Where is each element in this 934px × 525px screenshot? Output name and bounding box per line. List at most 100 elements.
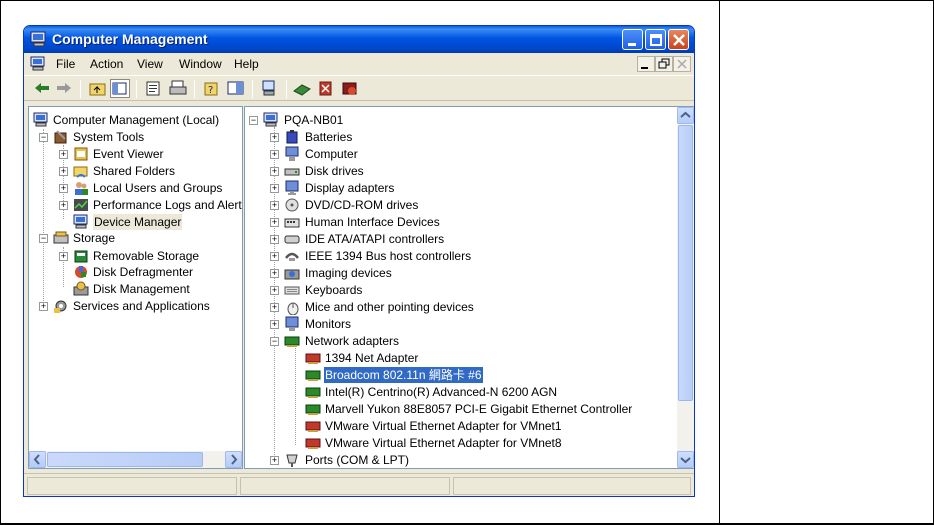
expand-icon[interactable]: + — [270, 201, 279, 210]
left-pane-horizontal-scrollbar[interactable] — [29, 451, 242, 468]
tree-node-local-users[interactable]: + Local Users and Groups — [59, 180, 239, 196]
tree-node-disk-management[interactable]: Disk Management — [73, 281, 233, 297]
update-driver-icon[interactable] — [292, 79, 312, 98]
expand-icon[interactable]: + — [59, 184, 68, 193]
tree-node-disk-defragmenter[interactable]: Disk Defragmenter — [73, 264, 233, 280]
tree-node-device-manager[interactable]: Device Manager — [73, 214, 233, 230]
expand-icon[interactable]: + — [270, 303, 279, 312]
expand-icon[interactable]: + — [270, 133, 279, 142]
help-icon[interactable]: ? — [202, 79, 222, 98]
expand-icon[interactable]: + — [270, 269, 279, 278]
expand-icon[interactable]: + — [270, 320, 279, 329]
close-button[interactable] — [668, 29, 689, 50]
collapse-icon[interactable]: − — [249, 116, 258, 125]
right-pane-vertical-scrollbar[interactable] — [677, 107, 694, 468]
menu-file[interactable]: File — [56, 57, 75, 71]
device-category-display-adapters[interactable]: + Display adapters — [270, 180, 650, 196]
scroll-right-button[interactable] — [225, 451, 242, 468]
tree-node-label: VMware Virtual Ethernet Adapter for VMne… — [325, 436, 562, 450]
computer-icon — [263, 112, 278, 127]
network-adapter-item[interactable]: Marvell Yukon 88E8057 PCI-E Gigabit Ethe… — [305, 401, 685, 417]
collapse-icon[interactable]: − — [270, 337, 279, 346]
scroll-down-button[interactable] — [677, 451, 694, 468]
expand-icon[interactable]: + — [39, 302, 48, 311]
menu-help[interactable]: Help — [234, 57, 259, 71]
menu-window[interactable]: Window — [179, 57, 222, 71]
back-icon[interactable] — [32, 79, 52, 98]
network-adapter-item[interactable]: Intel(R) Centrino(R) Advanced-N 6200 AGN — [305, 384, 685, 400]
expand-icon[interactable]: + — [59, 167, 68, 176]
device-category-ide-controllers[interactable]: + IDE ATA/ATAPI controllers — [270, 231, 650, 247]
device-category-ports[interactable]: + Ports (COM & LPT) — [270, 452, 650, 468]
network-adapter-item[interactable]: VMware Virtual Ethernet Adapter for VMne… — [305, 435, 685, 451]
horizontal-scroll-thumb[interactable] — [47, 452, 203, 467]
expand-icon[interactable]: + — [270, 252, 279, 261]
system-menu-icon[interactable] — [30, 56, 46, 72]
collapse-icon[interactable]: − — [39, 234, 48, 243]
device-category-disk-drives[interactable]: + Disk drives — [270, 163, 650, 179]
tree-node-label: Device Manager — [93, 214, 183, 230]
device-category-dvd-cd-rom[interactable]: + DVD/CD-ROM drives — [270, 197, 650, 213]
users-icon — [75, 182, 88, 195]
dvd-drive-icon — [285, 198, 299, 212]
disable-device-icon[interactable] — [340, 79, 360, 98]
title-bar[interactable]: Computer Management — [24, 26, 694, 53]
tree-node-services-applications[interactable]: + Services and Applications — [39, 298, 239, 314]
expand-icon[interactable]: + — [270, 235, 279, 244]
event-viewer-icon — [74, 147, 88, 161]
scan-hardware-icon[interactable] — [260, 79, 280, 98]
forward-icon[interactable] — [54, 79, 74, 98]
network-adapter-item[interactable]: Broadcom 802.11n 網路卡 #6 — [305, 367, 685, 383]
collapse-icon[interactable]: − — [39, 133, 48, 142]
expand-icon[interactable]: + — [59, 201, 68, 210]
expand-icon[interactable]: + — [270, 218, 279, 227]
tree-node-performance-logs[interactable]: + Performance Logs and Alerts — [59, 197, 242, 213]
show-hide-action-pane-icon[interactable] — [226, 79, 246, 98]
mdi-close-button[interactable] — [673, 56, 691, 72]
device-category-computer[interactable]: + Computer — [270, 146, 650, 162]
console-tree-pane[interactable]: Computer Management (Local) − System Too… — [28, 106, 243, 469]
device-tree-pane[interactable]: − PQA-NB01 + Batteries + Computer + Disk… — [244, 106, 694, 469]
expand-icon[interactable]: + — [59, 252, 68, 261]
scroll-left-button[interactable] — [29, 451, 46, 468]
mdi-restore-button[interactable] — [655, 56, 673, 72]
device-category-keyboards[interactable]: + Keyboards — [270, 282, 650, 298]
expand-icon[interactable]: + — [59, 150, 68, 159]
print-icon[interactable] — [168, 79, 188, 98]
vertical-scroll-thumb[interactable] — [678, 125, 693, 401]
menu-view[interactable]: View — [137, 57, 163, 71]
tree-node-system-tools[interactable]: − System Tools — [39, 129, 239, 145]
device-category-network-adapters[interactable]: − Network adapters — [270, 333, 650, 349]
tree-node-label: Computer — [305, 147, 358, 161]
device-category-mice[interactable]: + Mice and other pointing devices — [270, 299, 650, 315]
device-root-node[interactable]: − PQA-NB01 — [249, 112, 449, 128]
expand-icon[interactable]: + — [270, 184, 279, 193]
maximize-button[interactable] — [645, 29, 666, 50]
tree-node-storage[interactable]: − Storage — [39, 230, 239, 246]
device-category-batteries[interactable]: + Batteries — [270, 129, 650, 145]
up-one-level-icon[interactable] — [88, 79, 108, 98]
tree-node-computer-management[interactable]: Computer Management (Local) — [33, 112, 242, 128]
device-category-hid[interactable]: + Human Interface Devices — [270, 214, 650, 230]
minimize-button[interactable] — [622, 29, 643, 50]
tree-node-event-viewer[interactable]: + Event Viewer — [59, 146, 239, 162]
expand-icon[interactable]: + — [270, 167, 279, 176]
expand-icon[interactable]: + — [270, 286, 279, 295]
tree-node-shared-folders[interactable]: + Shared Folders — [59, 163, 239, 179]
network-adapter-item[interactable]: 1394 Net Adapter — [305, 350, 685, 366]
expand-icon[interactable]: + — [270, 456, 279, 465]
scroll-up-button[interactable] — [677, 107, 694, 124]
toolbar-separator — [194, 80, 195, 98]
device-category-imaging[interactable]: + Imaging devices — [270, 265, 650, 281]
network-adapter-item[interactable]: VMware Virtual Ethernet Adapter for VMne… — [305, 418, 685, 434]
expand-icon[interactable]: + — [270, 150, 279, 159]
uninstall-icon[interactable] — [316, 79, 336, 98]
tree-node-label: Disk Defragmenter — [93, 265, 194, 279]
device-category-ieee-1394[interactable]: + IEEE 1394 Bus host controllers — [270, 248, 650, 264]
tree-node-removable-storage[interactable]: + Removable Storage — [59, 248, 239, 264]
device-category-monitors[interactable]: + Monitors — [270, 316, 650, 332]
mdi-minimize-button[interactable] — [637, 56, 655, 72]
properties-icon[interactable] — [144, 79, 164, 98]
show-hide-tree-button[interactable] — [110, 79, 130, 98]
menu-action[interactable]: Action — [90, 57, 123, 71]
